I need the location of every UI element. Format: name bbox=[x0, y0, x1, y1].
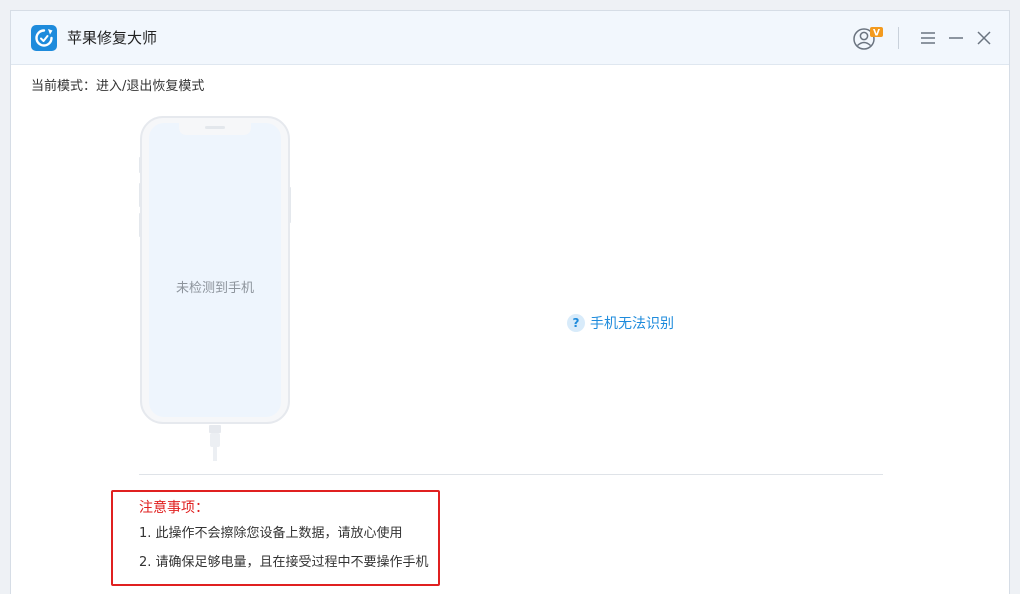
current-mode-label: 当前模式：进入/退出恢复模式 bbox=[31, 79, 205, 94]
title-separator bbox=[898, 27, 899, 49]
device-status-text: 未检测到手机 bbox=[175, 281, 254, 296]
device-not-recognized-link[interactable]: ? 手机无法识别 bbox=[567, 313, 674, 333]
user-avatar-icon[interactable]: V bbox=[851, 25, 885, 53]
notice-item: 1. 此操作不会擦除您设备上数据，请放心使用 bbox=[139, 526, 403, 541]
minimize-icon[interactable] bbox=[944, 26, 968, 50]
notice-title: 注意事项： bbox=[139, 500, 209, 516]
vip-badge: V bbox=[873, 29, 880, 39]
title-bar[interactable]: 苹果修复大师 V bbox=[11, 11, 1009, 65]
app-logo-icon bbox=[31, 25, 57, 51]
close-icon[interactable] bbox=[972, 26, 996, 50]
notice-item: 2. 请确保足够电量，且在接受过程中不要操作手机 bbox=[139, 555, 429, 570]
help-link-label: 手机无法识别 bbox=[590, 316, 674, 332]
app-window: 苹果修复大师 V 当前模式：进入/退出恢复模式 未检测到手机 ? 手机无法识别 … bbox=[10, 10, 1010, 594]
question-icon: ? bbox=[567, 314, 585, 332]
notice-box: 注意事项： 1. 此操作不会擦除您设备上数据，请放心使用 2. 请确保足够电量，… bbox=[111, 490, 440, 586]
section-divider bbox=[139, 474, 883, 475]
app-title: 苹果修复大师 bbox=[67, 29, 158, 47]
phone-illustration: 未检测到手机 bbox=[139, 115, 291, 465]
menu-icon[interactable] bbox=[916, 26, 940, 50]
